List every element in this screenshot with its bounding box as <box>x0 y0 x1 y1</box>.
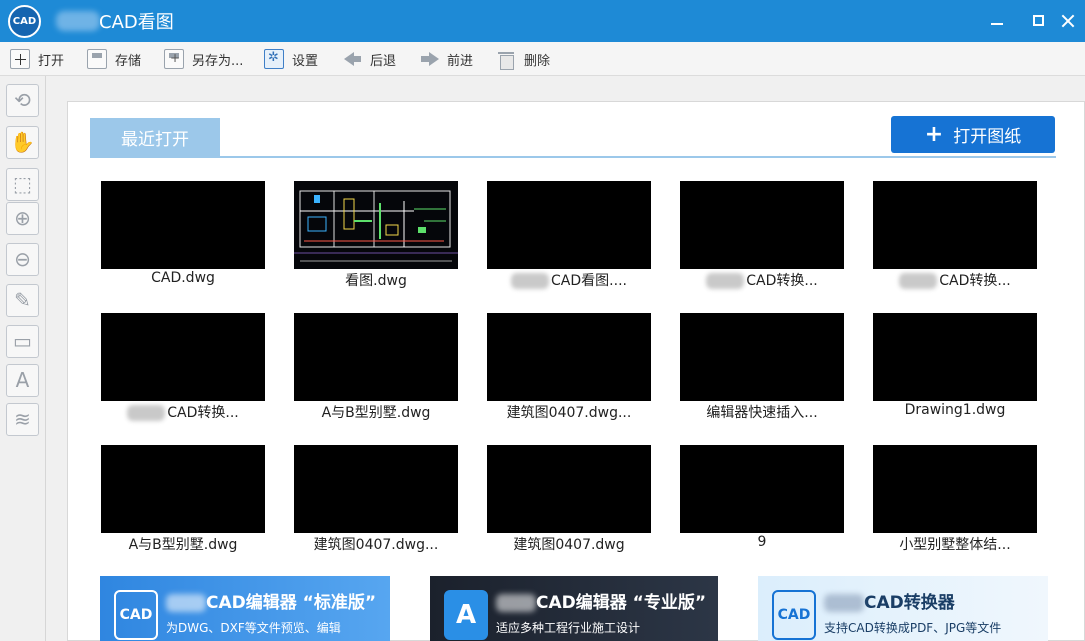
file-thumbnail[interactable] <box>101 181 265 269</box>
file-name-label: 建筑图0407.dwg... <box>506 405 632 421</box>
back-button[interactable]: 后退 <box>342 47 396 71</box>
close-button[interactable] <box>1055 8 1081 34</box>
open-label: 打开 <box>38 53 65 69</box>
cad-drawing-preview <box>294 181 458 269</box>
forward-label: 前进 <box>447 53 474 69</box>
back-label: 后退 <box>370 53 397 69</box>
save-button[interactable]: 存储 <box>87 47 141 71</box>
banner-subtitle: 适应多种工程行业施工设计 <box>496 621 641 635</box>
minimize-button[interactable] <box>985 8 1011 34</box>
banner-title: CAD编辑器 “专业版” <box>496 588 706 613</box>
file-name-label: CAD看图.... <box>474 270 664 290</box>
blurred-text <box>824 594 864 612</box>
zoom-out-icon[interactable]: ⊖ <box>6 243 39 276</box>
minimize-icon <box>991 23 1003 25</box>
blurred-title-prefix <box>56 11 100 31</box>
banner-subtitle: 为DWG、DXF等文件预览、编辑 <box>166 621 341 635</box>
toolbar: 打开 存储 另存为... 设置 后退 前进 删除 <box>0 42 1085 76</box>
file-name-label: 9 <box>757 534 767 550</box>
banner-title: CAD编辑器 “标准版” <box>166 588 376 613</box>
banner-subtitle: 支持CAD转换成PDF、JPG等文件 <box>824 621 1002 635</box>
pencil-icon[interactable]: ✎ <box>6 284 39 317</box>
file-name-label: CAD转换... <box>667 270 857 290</box>
file-name-label: Drawing1.dwg <box>904 402 1006 418</box>
open-drawing-label: 打开图纸 <box>953 127 1022 147</box>
file-thumbnail[interactable] <box>487 445 651 533</box>
delete-button[interactable]: 删除 <box>496 47 550 71</box>
save-disk-icon <box>87 49 107 69</box>
blurred-text <box>496 594 536 612</box>
zoom-in-icon[interactable]: ⊕ <box>6 202 39 235</box>
file-name-label: 建筑图0407.dwg <box>513 537 625 553</box>
arrow-left-icon <box>342 49 362 69</box>
file-name-label: 看图.dwg <box>345 273 407 289</box>
blurred-text <box>166 594 206 612</box>
app-logo-icon: CAD <box>8 5 41 38</box>
arrow-right-icon <box>419 49 439 69</box>
file-thumbnail[interactable] <box>680 445 844 533</box>
open-button[interactable]: 打开 <box>10 47 64 71</box>
banner-pro-editor[interactable]: A CAD编辑器 “专业版” 适应多种工程行业施工设计 <box>430 576 718 641</box>
file-name-label: A与B型别墅.dwg <box>128 537 238 553</box>
file-name-label: CAD.dwg <box>151 270 215 286</box>
title-bar: CAD CAD看图 <box>0 0 1085 42</box>
settings-label: 设置 <box>292 53 319 69</box>
pan-hand-icon[interactable]: ✋ <box>6 126 39 159</box>
file-thumbnail[interactable] <box>294 313 458 401</box>
trash-icon <box>496 49 516 70</box>
app-logo-text: CAD <box>12 16 37 27</box>
file-thumbnail[interactable] <box>294 445 458 533</box>
file-thumbnail[interactable] <box>680 181 844 269</box>
file-name-label: 小型别墅整体结... <box>899 537 1011 553</box>
file-thumbnail[interactable] <box>101 313 265 401</box>
save-label: 存储 <box>115 53 142 69</box>
plus-icon <box>10 49 30 69</box>
blurred-text <box>899 273 938 289</box>
settings-button[interactable]: 设置 <box>264 47 318 71</box>
file-thumbnail[interactable] <box>680 313 844 401</box>
banner-standard-editor[interactable]: CAD CAD编辑器 “标准版” 为DWG、DXF等文件预览、编辑 <box>100 576 390 641</box>
cad-logo-icon: CAD <box>114 590 158 640</box>
file-thumbnail[interactable] <box>487 313 651 401</box>
blurred-text <box>706 273 745 289</box>
save-as-button[interactable]: 另存为... <box>164 47 243 71</box>
tab-underline <box>90 156 1056 158</box>
file-name-label: CAD转换... <box>88 402 278 422</box>
maximize-button[interactable] <box>1026 8 1052 34</box>
file-name-label: A与B型别墅.dwg <box>321 405 431 421</box>
save-as-label: 另存为... <box>192 53 244 69</box>
rotate-icon[interactable]: ⟲ <box>6 84 39 117</box>
left-tool-panel: ⟲ ✋ ⬚ ⊕ ⊖ ✎ ▭ A ≋ <box>0 76 46 641</box>
forward-button[interactable]: 前进 <box>419 47 473 71</box>
banner-title: CAD转换器 <box>824 588 955 613</box>
blurred-text <box>127 405 166 421</box>
file-thumbnail[interactable] <box>873 445 1037 533</box>
file-name-label: 编辑器快速插入... <box>706 405 818 421</box>
file-thumbnail[interactable] <box>873 313 1037 401</box>
text-icon[interactable]: A <box>6 364 39 397</box>
file-thumbnail[interactable] <box>873 181 1037 269</box>
file-thumbnail[interactable] <box>101 445 265 533</box>
a-logo-icon: A <box>444 590 488 640</box>
file-name-label: 建筑图0407.dwg... <box>313 537 439 553</box>
main-panel: 最近打开 + 打开图纸 CAD.dwg 看图.dwg CAD看图.... CAD… <box>67 101 1085 641</box>
zoom-window-icon[interactable]: ⬚ <box>6 168 39 201</box>
gear-icon <box>264 49 284 69</box>
file-thumbnail[interactable] <box>294 181 458 269</box>
layers-icon[interactable]: ≋ <box>6 403 39 436</box>
cad-converter-icon: CAD <box>772 590 816 640</box>
open-drawing-button[interactable]: + 打开图纸 <box>891 116 1055 153</box>
file-name-label: CAD转换... <box>860 270 1050 290</box>
measure-icon[interactable]: ▭ <box>6 325 39 358</box>
delete-label: 删除 <box>524 53 551 69</box>
file-thumbnail[interactable] <box>487 181 651 269</box>
tab-recent[interactable]: 最近打开 <box>90 118 220 156</box>
window-title: CAD看图 <box>99 12 174 33</box>
plus-icon: + <box>924 121 944 147</box>
blurred-text <box>511 273 550 289</box>
maximize-icon <box>1033 15 1044 26</box>
save-as-icon <box>164 49 184 69</box>
banner-converter[interactable]: CAD CAD转换器 支持CAD转换成PDF、JPG等文件 <box>758 576 1048 641</box>
